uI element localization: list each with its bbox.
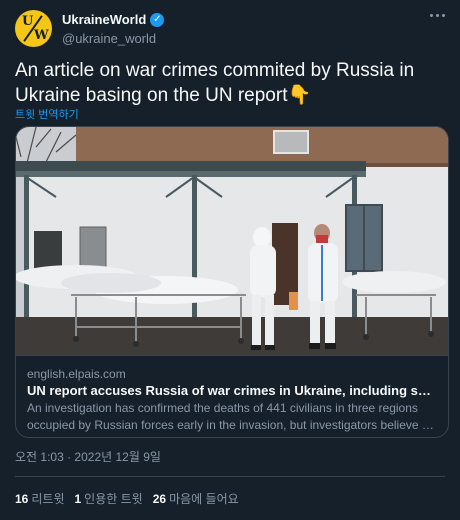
retweets-label: 리트윗 xyxy=(31,492,65,506)
tweet-text: An article on war crimes commited by Rus… xyxy=(15,60,415,106)
tweet-stats: 16 리트윗 1 인용한 트윗 26 마음에 들어요 xyxy=(15,490,239,507)
user-info: UkraineWorld ✓ @ukraine_world xyxy=(62,12,165,46)
more-dot xyxy=(436,14,439,17)
likes-label: 마음에 들어요 xyxy=(169,492,239,506)
likes-count: 26 xyxy=(152,492,167,506)
likes-stat[interactable]: 26 마음에 들어요 xyxy=(153,490,239,507)
translate-tweet-link[interactable]: 트윗 번역하기 xyxy=(15,106,79,122)
card-description: An investigation has confirmed the death… xyxy=(27,400,437,434)
tweet-timestamp[interactable]: 오전 1:03 · 2022년 12월 9일 xyxy=(15,448,161,465)
display-name[interactable]: UkraineWorld xyxy=(62,12,146,27)
card-photo xyxy=(16,127,448,355)
divider xyxy=(15,476,445,477)
verified-badge-icon: ✓ xyxy=(150,12,165,27)
more-dot xyxy=(442,14,445,17)
quotes-label: 인용한 트윗 xyxy=(84,492,143,506)
more-dot xyxy=(430,14,433,17)
avatar[interactable]: U W xyxy=(15,10,52,47)
quotes-stat[interactable]: 1 인용한 트윗 xyxy=(74,490,142,507)
card-description-line: occupied by Russian forces early in the … xyxy=(27,418,437,432)
avatar-letter-w: W xyxy=(34,28,49,43)
more-options-icon[interactable] xyxy=(430,14,445,17)
quotes-count: 1 xyxy=(74,492,82,506)
card-domain: english.elpais.com xyxy=(27,367,126,381)
card-image[interactable] xyxy=(16,127,448,355)
card-title: UN report accuses Russia of war crimes i… xyxy=(27,383,437,398)
link-card[interactable]: english.elpais.com UN report accuses Rus… xyxy=(15,126,449,438)
retweets-count: 16 xyxy=(15,492,29,506)
retweets-stat[interactable]: 16 리트윗 xyxy=(15,490,64,507)
card-description-line: An investigation has confirmed the death… xyxy=(27,401,418,415)
user-handle[interactable]: @ukraine_world xyxy=(62,31,164,46)
avatar-letter-u: U xyxy=(22,14,34,29)
card-meta[interactable]: english.elpais.com UN report accuses Rus… xyxy=(16,355,448,437)
name-row: UkraineWorld ✓ xyxy=(62,12,165,27)
